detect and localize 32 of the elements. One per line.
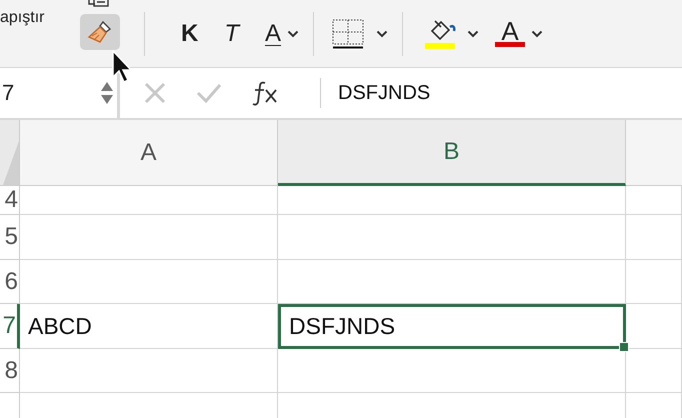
column-header[interactable]: B [278, 120, 626, 186]
table-cell: DSFJNDS [278, 304, 626, 349]
italic-button[interactable]: T [218, 16, 246, 52]
table-cell [626, 349, 682, 393]
fill-handle[interactable] [619, 342, 629, 352]
table-cell [626, 215, 682, 260]
table-cell [626, 304, 682, 349]
row-header[interactable]: 6 [0, 260, 20, 304]
formula-text[interactable]: DSFJNDS [321, 82, 430, 104]
chevron-icon[interactable] [287, 30, 300, 38]
chevron-icon[interactable] [531, 30, 544, 38]
paintbrush-icon [87, 20, 113, 44]
bold-button[interactable]: K [175, 16, 204, 52]
paste-label[interactable]: apıştır [0, 9, 70, 27]
table-cell [626, 186, 682, 215]
borders-icon[interactable] [332, 18, 364, 48]
row-header[interactable]: 4 [0, 186, 20, 215]
underline-button[interactable]: A [259, 16, 288, 52]
spinner-down-icon[interactable] [101, 95, 113, 104]
row-header[interactable]: 7 [0, 304, 20, 349]
row-header[interactable]: 8 [0, 349, 20, 393]
fill-color-icon[interactable] [423, 18, 458, 50]
table-cell: ABCD [20, 304, 278, 349]
table-cell [626, 260, 682, 304]
column-header[interactable]: A [20, 120, 278, 186]
row-header[interactable]: 5 [0, 215, 20, 260]
chevron-icon[interactable] [376, 30, 388, 38]
font-color-button[interactable]: A [489, 16, 532, 52]
chevron-icon[interactable] [467, 30, 480, 38]
format-painter-button[interactable] [80, 14, 120, 50]
spinner-up-icon[interactable] [101, 82, 113, 91]
checkmark-icon[interactable] [196, 83, 222, 103]
